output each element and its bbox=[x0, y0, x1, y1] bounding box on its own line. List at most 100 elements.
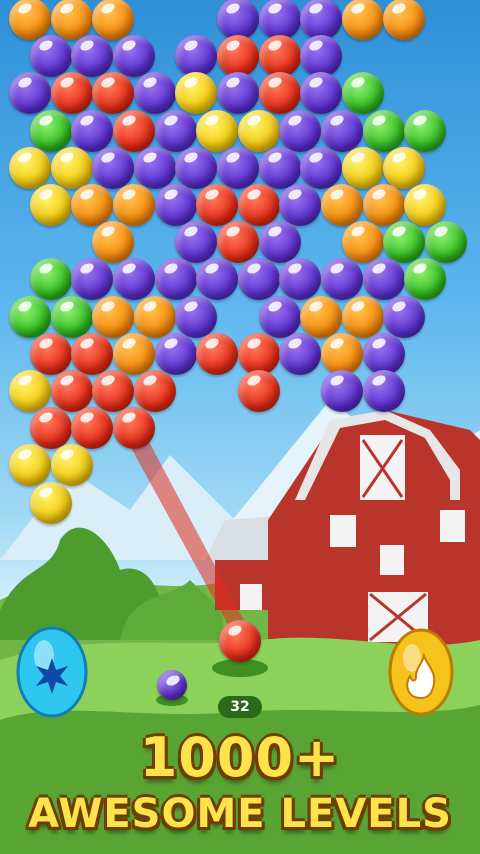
bubble-yellow bbox=[341, 146, 384, 189]
bubble-purple bbox=[237, 258, 280, 301]
bubble-red bbox=[217, 221, 259, 264]
bubble-purple bbox=[321, 370, 363, 412]
bubble-purple bbox=[154, 332, 197, 375]
bubble-purple bbox=[258, 221, 301, 264]
bubble-orange bbox=[71, 184, 114, 226]
bubble-purple bbox=[362, 370, 405, 412]
bubble-red bbox=[237, 184, 280, 226]
bubble-orange bbox=[383, 0, 426, 40]
bubble-orange bbox=[321, 332, 363, 375]
bubble-red bbox=[113, 109, 155, 152]
bubble-orange bbox=[92, 221, 135, 264]
bubble-orange bbox=[133, 295, 176, 338]
bubble-purple bbox=[217, 0, 259, 40]
bubble-orange bbox=[341, 221, 384, 264]
bubble-red bbox=[237, 370, 280, 412]
bubble-green bbox=[50, 295, 93, 338]
bubble-purple bbox=[71, 35, 114, 78]
bubble-purple bbox=[71, 109, 114, 152]
bubble-yellow bbox=[29, 481, 72, 524]
bubble-yellow bbox=[404, 184, 447, 226]
bubble-purple bbox=[300, 72, 343, 115]
bubble-green bbox=[404, 258, 447, 301]
bubble-orange bbox=[300, 295, 343, 338]
bubble-purple bbox=[175, 35, 218, 78]
bubble-purple bbox=[9, 72, 51, 115]
bubble-purple bbox=[113, 35, 155, 78]
bubble-purple bbox=[154, 184, 197, 226]
bubble-yellow bbox=[237, 109, 280, 152]
bubble-purple bbox=[217, 72, 259, 115]
current-bubble[interactable] bbox=[219, 620, 261, 662]
bubble-purple bbox=[362, 258, 405, 301]
bubble-purple bbox=[258, 146, 301, 189]
bubble-purple bbox=[279, 258, 322, 301]
bubble-green bbox=[404, 109, 447, 152]
bubble-red bbox=[217, 35, 259, 78]
bubble-red bbox=[50, 72, 93, 115]
fire-egg-booster[interactable] bbox=[386, 620, 456, 716]
bubble-purple bbox=[113, 258, 155, 301]
bubble-red bbox=[92, 370, 135, 412]
bubble-yellow bbox=[175, 72, 218, 115]
bubble-purple bbox=[154, 258, 197, 301]
bubble-red bbox=[29, 332, 72, 375]
bubble-grid bbox=[0, 0, 480, 560]
bubble-purple bbox=[29, 35, 72, 78]
bubble-orange bbox=[113, 184, 155, 226]
bubble-purple bbox=[300, 146, 343, 189]
bubble-purple bbox=[321, 109, 363, 152]
bubble-orange bbox=[321, 184, 363, 226]
bubble-green bbox=[9, 295, 51, 338]
game-screen: 32 1000+ AWESOME LEVELS bbox=[0, 0, 480, 854]
blue-star-egg-booster[interactable] bbox=[14, 618, 90, 718]
bubble-purple bbox=[92, 146, 135, 189]
bubble-red bbox=[29, 407, 72, 450]
bubble-purple bbox=[71, 258, 114, 301]
bubble-yellow bbox=[9, 146, 51, 189]
bubble-green bbox=[425, 221, 467, 264]
promo-line1: 1000+ bbox=[139, 726, 341, 789]
bubble-purple bbox=[133, 146, 176, 189]
bubble-purple bbox=[175, 221, 218, 264]
bubble-purple bbox=[383, 295, 426, 338]
bubble-green bbox=[29, 109, 72, 152]
bubble-green bbox=[362, 109, 405, 152]
bubble-purple bbox=[175, 146, 218, 189]
bubble-red bbox=[71, 407, 114, 450]
bubble-orange bbox=[92, 0, 135, 40]
bubble-red bbox=[196, 332, 239, 375]
bubble-red bbox=[92, 72, 135, 115]
bubble-purple bbox=[300, 0, 343, 40]
bubble-red bbox=[113, 407, 155, 450]
bubble-orange bbox=[113, 332, 155, 375]
bubble-green bbox=[383, 221, 426, 264]
bubble-yellow bbox=[9, 444, 51, 487]
moves-left-counter: 32 bbox=[218, 696, 262, 718]
bubble-orange bbox=[92, 295, 135, 338]
bubble-orange bbox=[362, 184, 405, 226]
bubble-yellow bbox=[383, 146, 426, 189]
bubble-red bbox=[237, 332, 280, 375]
bubble-purple bbox=[279, 332, 322, 375]
bubble-orange bbox=[50, 0, 93, 40]
bubble-red bbox=[258, 35, 301, 78]
bubble-purple bbox=[175, 295, 218, 338]
bubble-purple bbox=[321, 258, 363, 301]
bubble-green bbox=[341, 72, 384, 115]
next-bubble[interactable] bbox=[157, 670, 187, 700]
bubble-red bbox=[50, 370, 93, 412]
bubble-yellow bbox=[50, 146, 93, 189]
bubble-orange bbox=[341, 295, 384, 338]
bubble-yellow bbox=[196, 109, 239, 152]
bubble-purple bbox=[258, 295, 301, 338]
bubble-green bbox=[29, 258, 72, 301]
promo-line2: AWESOME LEVELS bbox=[28, 791, 452, 837]
bubble-yellow bbox=[29, 184, 72, 226]
bubble-orange bbox=[341, 0, 384, 40]
bubble-yellow bbox=[50, 444, 93, 487]
bubble-red bbox=[196, 184, 239, 226]
bubble-purple bbox=[258, 0, 301, 40]
bubble-purple bbox=[300, 35, 343, 78]
bubble-purple bbox=[217, 146, 259, 189]
